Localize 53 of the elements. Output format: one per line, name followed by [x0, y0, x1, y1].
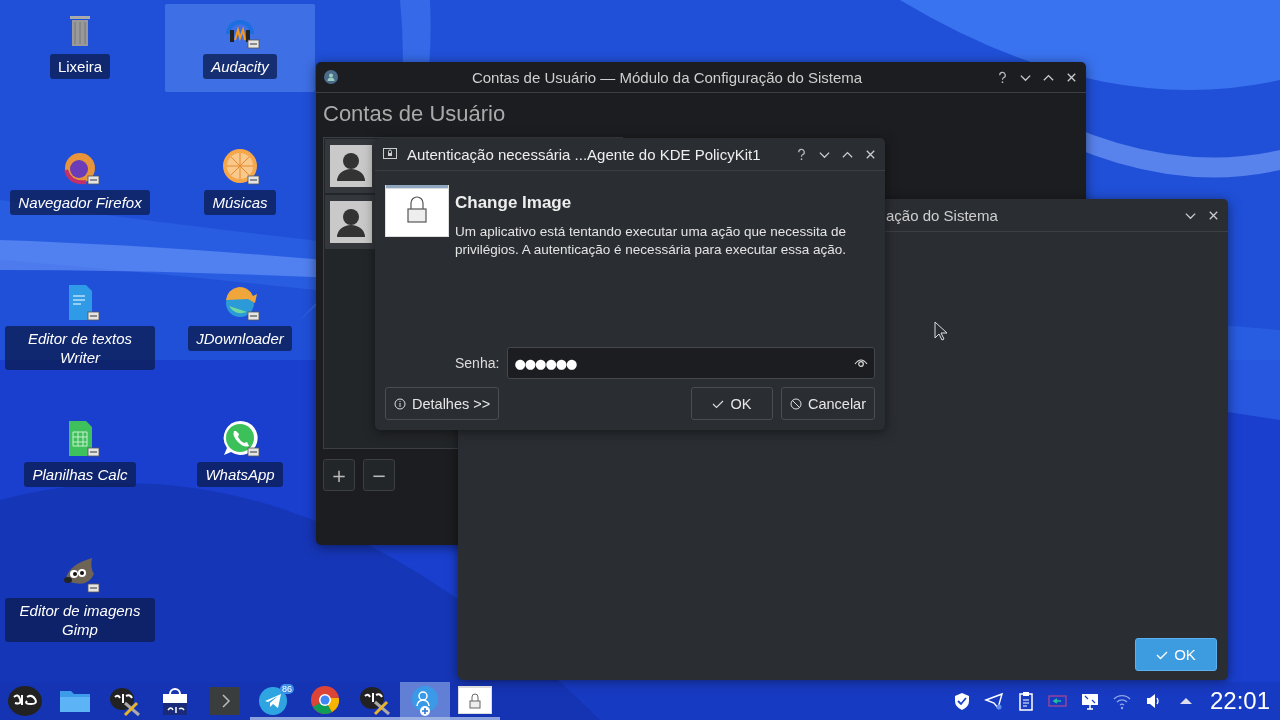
user-item[interactable]	[325, 195, 377, 249]
desktop-icon[interactable]: WhatsApp	[165, 412, 315, 500]
desktop-icon[interactable]: Editor de imagens Gimp	[5, 548, 155, 646]
desktop-icon[interactable]: Lixeira	[5, 4, 155, 92]
avatar-icon	[330, 145, 372, 187]
icon-label: Planilhas Calc	[24, 462, 136, 487]
cancel-button[interactable]: Cancelar	[780, 387, 875, 420]
cursor-icon	[934, 321, 948, 341]
desktop-icon[interactable]: JDownloader	[165, 276, 315, 364]
icon-label: WhatsApp	[197, 462, 283, 487]
icon-label: Lixeira	[49, 54, 111, 79]
icon-label: Músicas	[204, 190, 276, 215]
desktop-icon[interactable]: Planilhas Calc	[5, 412, 155, 500]
desktop-icon[interactable]: Navegador Firefox	[5, 140, 155, 228]
fruit-slice-icon	[220, 146, 260, 186]
info-icon	[394, 397, 406, 410]
monitor-icon[interactable]	[1079, 691, 1100, 711]
help-icon[interactable]	[795, 147, 808, 161]
help-icon[interactable]	[996, 70, 1009, 84]
avatar-icon	[330, 201, 372, 243]
eye-icon[interactable]	[854, 358, 868, 368]
dialog-message: Um aplicativo está tentando executar uma ação que necessita de privilégios. A autenticação é necessária para executar essa ação.	[455, 223, 847, 259]
details-button[interactable]: Detalhes >>	[385, 387, 500, 420]
icon-label: Audacity	[203, 54, 277, 79]
user-icon	[324, 70, 338, 84]
dialog-heading: Change Image	[455, 193, 573, 213]
window-title: Contas de Usuário — Módulo da Configuração do Sistema	[470, 68, 864, 86]
tools-icon	[107, 685, 143, 717]
lock-window-icon	[385, 185, 449, 237]
ok-button[interactable]: OK	[690, 387, 773, 420]
notification-badge: 86	[280, 684, 294, 694]
lock-window-icon	[383, 147, 397, 161]
window-title: Autenticação necessária ...Agente do KDE PolicyKit1	[407, 145, 762, 163]
terminal-icon	[207, 685, 243, 717]
clock[interactable]: 22:01	[1201, 687, 1280, 715]
page-heading: Contas de Usuário	[323, 101, 507, 127]
add-button[interactable]: +	[323, 459, 355, 491]
cancel-icon	[789, 397, 802, 410]
desktop-icon[interactable]: Audacity	[165, 4, 315, 92]
icon-label: Navegador Firefox	[10, 190, 150, 215]
password-field[interactable]: ●●●●●●	[507, 347, 875, 379]
icon-label: Editor de textos Writer	[5, 326, 155, 370]
window-title: ação do Sistema	[886, 206, 998, 224]
desktop-icon[interactable]: Editor de textos Writer	[5, 276, 155, 374]
desktop-icon[interactable]: Músicas	[165, 140, 315, 228]
user-item[interactable]	[325, 139, 377, 193]
field-label: Senha:	[455, 355, 500, 371]
remove-button[interactable]: −	[363, 459, 395, 491]
paper-plane-icon[interactable]	[983, 691, 1004, 711]
icon-label: JDownloader	[188, 326, 292, 351]
logo-icon	[7, 685, 43, 717]
icon-label: Editor de imagens Gimp	[5, 598, 155, 642]
lock-window-icon	[457, 683, 493, 716]
